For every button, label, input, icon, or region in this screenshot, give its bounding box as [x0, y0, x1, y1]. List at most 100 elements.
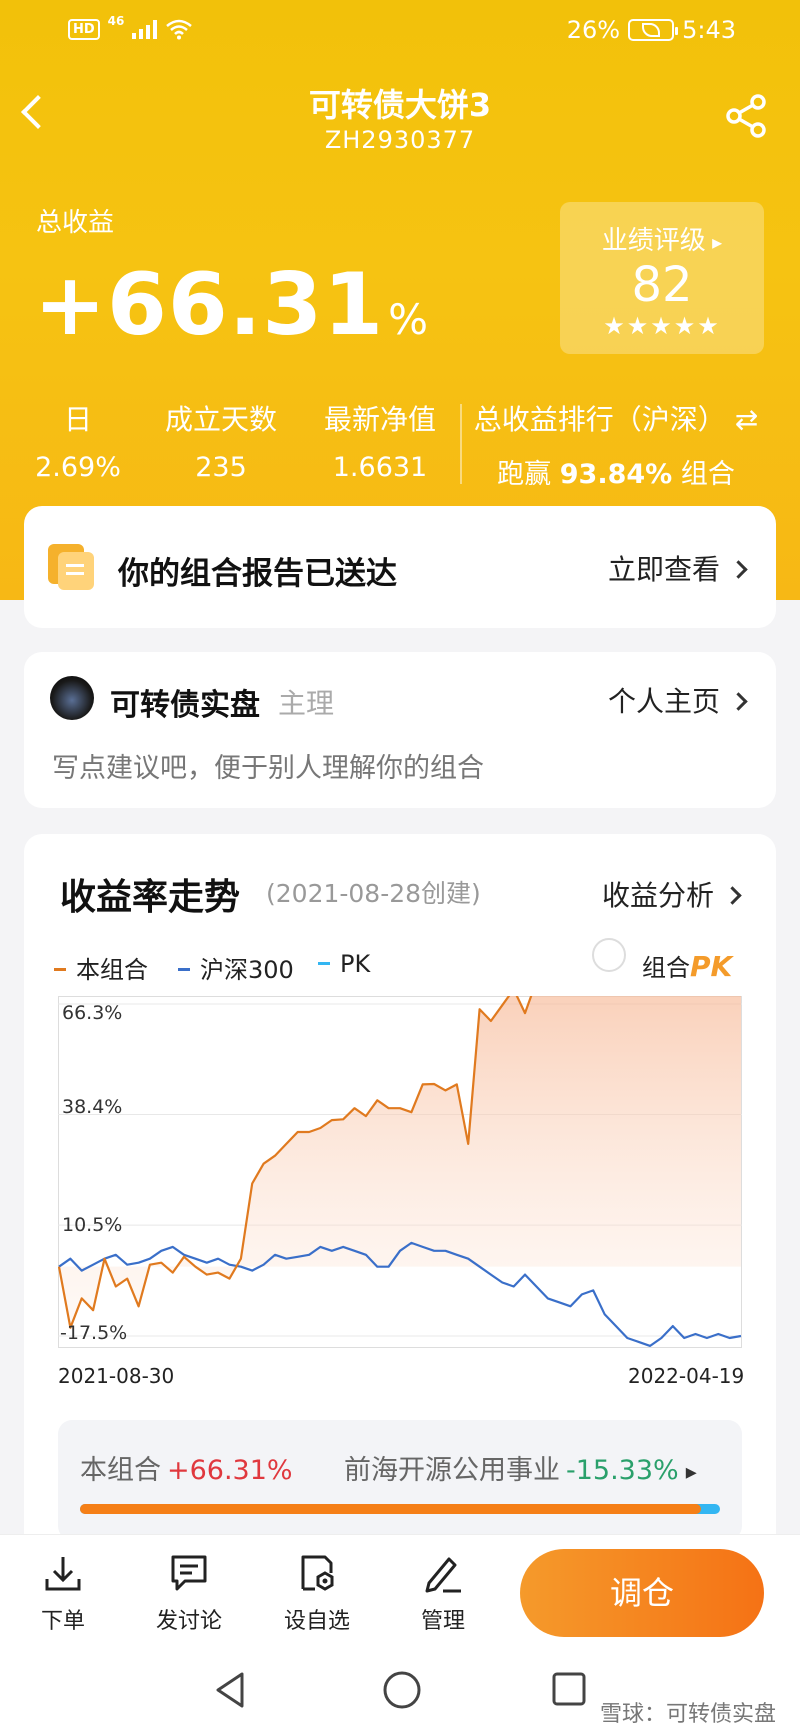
pk-badge: PK	[690, 950, 733, 983]
manage-label: 管理	[420, 1609, 465, 1634]
avatar[interactable]	[50, 676, 94, 720]
discuss-button[interactable]: 发讨论	[144, 1553, 234, 1635]
legend-label: 本组合	[76, 956, 148, 984]
battery-percent: 26%	[566, 16, 621, 44]
owner-card: 可转债实盘 主理 个人主页 写点建议吧，便于别人理解你的组合	[24, 652, 776, 808]
pk-compare-bar[interactable]: 本组合 +66.31% 前海开源公用事业 -15.33%	[58, 1420, 742, 1540]
legend-label: PK	[340, 950, 371, 978]
chart-title: 收益率走势	[60, 877, 241, 918]
rating-stars: ★★★★★	[603, 311, 721, 340]
return-chart[interactable]	[58, 996, 742, 1348]
order-label: 下单	[40, 1609, 85, 1634]
watchlist-label: 设自选	[283, 1609, 350, 1634]
stat-value: 235	[195, 452, 247, 483]
discuss-label: 发讨论	[155, 1609, 222, 1634]
order-button[interactable]: 下单	[18, 1553, 108, 1635]
legend-portfolio: 本组合	[54, 950, 148, 985]
pk-progress-bar	[80, 1504, 720, 1514]
total-return-label: 总收益	[36, 208, 115, 238]
view-report-link[interactable]: 立即查看	[608, 548, 748, 588]
add-watchlist-icon	[301, 1555, 334, 1591]
network-type: 46	[107, 14, 125, 28]
x-tick-label: 2021-08-30	[58, 1364, 175, 1388]
share-icon[interactable]	[722, 92, 770, 140]
chevron-right-icon	[729, 692, 748, 711]
wifi-icon	[166, 19, 193, 40]
signal-icon	[132, 19, 158, 39]
comment-icon	[171, 1555, 207, 1591]
pk-right-value: -15.33%	[566, 1455, 679, 1486]
y-tick-label: 38.4%	[62, 1096, 123, 1118]
battery-icon	[628, 19, 679, 41]
stat-daily: 日 2.69%	[24, 398, 132, 483]
return-analysis-link[interactable]: 收益分析	[602, 874, 742, 914]
watchlist-button[interactable]: 设自选	[272, 1553, 362, 1635]
rank-label: 总收益排行（沪深） ⇄	[470, 398, 762, 438]
rank-prefix: 跑赢	[497, 459, 552, 490]
pk-right-label: 前海开源公用事业	[344, 1455, 560, 1486]
pk-toggle-label: 组合PK	[642, 948, 732, 983]
pk-right[interactable]: 前海开源公用事业 -15.33%	[344, 1448, 697, 1487]
pk-toggle[interactable]	[592, 938, 626, 972]
performance-rating-card[interactable]: 业绩评级 82 ★★★★★	[560, 202, 764, 354]
stat-nav: 最新净值 1.6631	[310, 398, 450, 483]
pk-progress-fill	[80, 1504, 701, 1514]
y-tick-label: 10.5%	[62, 1214, 123, 1236]
back-triangle-icon[interactable]	[210, 1668, 250, 1712]
profile-link[interactable]: 个人主页	[608, 680, 748, 720]
rank-percent: 93.84%	[559, 459, 673, 490]
manage-button[interactable]: 管理	[398, 1553, 488, 1635]
pk-label-text: 组合	[642, 954, 690, 982]
home-circle-icon[interactable]	[380, 1668, 424, 1712]
rating-score: 82	[631, 257, 693, 313]
stat-label: 最新净值	[323, 403, 436, 436]
edit-icon	[425, 1557, 461, 1593]
stats-divider	[460, 404, 462, 484]
system-nav-bar: 雪球：可转债实盘	[0, 1654, 800, 1733]
legend-label: 沪深300	[200, 956, 294, 984]
rank-value: 跑赢 93.84% 组合	[470, 452, 762, 491]
pk-left-label: 本组合	[80, 1455, 161, 1486]
hd-indicator: HD	[68, 18, 100, 40]
y-tick-label: -17.5%	[60, 1322, 128, 1344]
y-tick-label: 66.3%	[62, 1002, 123, 1024]
stat-label: 成立天数	[164, 403, 277, 436]
rank-suffix: 组合	[680, 459, 735, 490]
pk-left-value: +66.31%	[167, 1455, 293, 1486]
swap-icon[interactable]: ⇄	[735, 403, 758, 436]
total-return-number: +66.31	[34, 255, 385, 355]
return-trend-card: 收益率走势 (2021-08-28创建) 收益分析 本组合 沪深300 PK 组…	[24, 834, 776, 1554]
profile-link-label: 个人主页	[608, 685, 721, 718]
legend-index: 沪深300	[178, 950, 294, 985]
stat-label: 日	[63, 403, 92, 436]
watermark: 雪球：可转债实盘	[599, 1702, 776, 1727]
stat-value: 2.69%	[35, 452, 121, 483]
chevron-right-icon	[729, 560, 748, 579]
stat-rank[interactable]: 总收益排行（沪深） ⇄ 跑赢 93.84% 组合	[470, 398, 762, 491]
download-icon	[45, 1557, 81, 1591]
owner-description[interactable]: 写点建议吧，便于别人理解你的组合	[52, 746, 484, 785]
report-icon	[48, 544, 94, 590]
rank-label-text: 总收益排行（沪深）	[473, 403, 726, 436]
report-card[interactable]: 你的组合报告已送达 立即查看	[24, 506, 776, 628]
view-report-label: 立即查看	[608, 553, 721, 586]
pk-left: 本组合 +66.31%	[80, 1448, 293, 1487]
bottom-toolbar: 下单 发讨论 设自选 管理 调仓	[0, 1534, 800, 1654]
report-message: 你的组合报告已送达	[118, 556, 397, 592]
total-return-value: +66.31%	[34, 262, 429, 348]
return-analysis-label: 收益分析	[602, 879, 715, 912]
stat-value: 1.6631	[332, 452, 428, 483]
rebalance-button[interactable]: 调仓	[520, 1549, 764, 1637]
rating-label: 业绩评级	[560, 220, 764, 257]
legend-pk: PK	[318, 950, 370, 978]
recent-apps-icon[interactable]	[548, 1668, 588, 1712]
clock: 5:43	[682, 16, 736, 44]
x-tick-label: 2022-04-19	[628, 1364, 745, 1388]
stat-days: 成立天数 235	[156, 398, 286, 483]
status-bar: HD 46 26% 5:43	[0, 14, 800, 50]
total-return-unit: %	[388, 295, 430, 344]
owner-name[interactable]: 可转债实盘	[110, 680, 260, 724]
portfolio-code: ZH2930377	[324, 126, 476, 154]
chevron-right-icon	[723, 886, 742, 905]
owner-role: 主理	[278, 687, 335, 720]
